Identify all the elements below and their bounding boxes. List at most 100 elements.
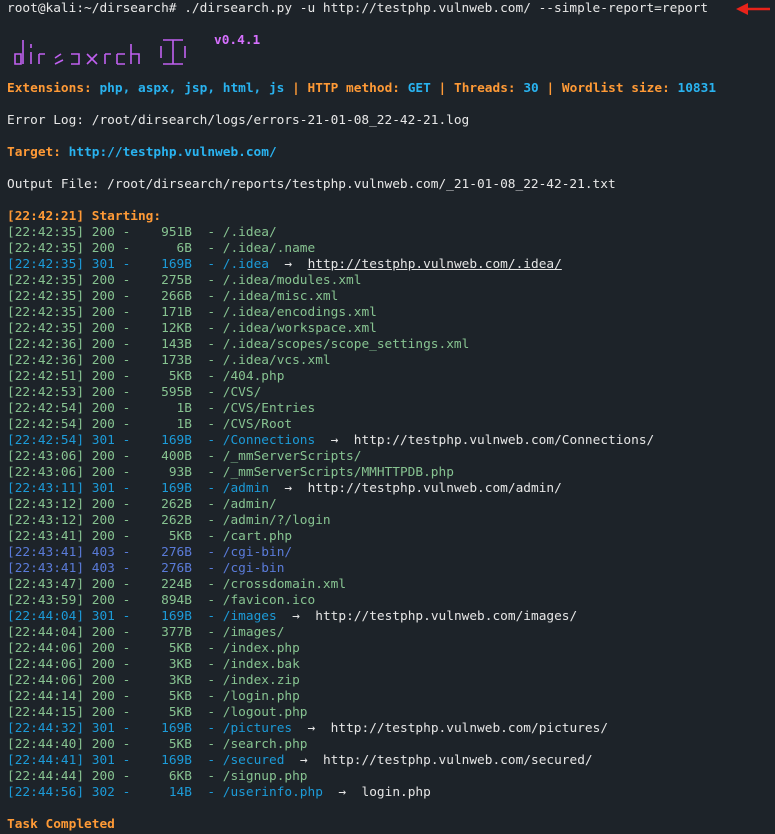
- result-size-cell: 595B: [138, 385, 192, 401]
- result-path: /index.zip: [222, 673, 300, 688]
- result-size-cell: 169B: [138, 609, 192, 625]
- threads-label: Threads:: [453, 81, 516, 96]
- result-time: [22:42:35]: [7, 321, 85, 336]
- result-size: 5KB: [168, 705, 192, 720]
- result-time: [22:44:14]: [7, 689, 85, 704]
- result-time: [22:44:44]: [7, 769, 85, 784]
- result-row: [22:44:44] 200 - 6KB - /signup.php: [7, 769, 308, 785]
- result-time: [22:43:59]: [7, 593, 85, 608]
- result-path: /.idea/.name: [222, 241, 316, 256]
- redirect-url-link[interactable]: http://testphp.vulnweb.com/secured/: [323, 753, 593, 768]
- result-size: 951B: [161, 225, 192, 240]
- result-status-code: 200: [91, 449, 115, 464]
- redirect-url-link[interactable]: http://testphp.vulnweb.com/Connections/: [354, 433, 654, 448]
- result-size: 93B: [168, 465, 192, 480]
- result-row: [22:42:35] 200 - 171B - /.idea/encodings…: [7, 305, 377, 321]
- result-time: [22:43:06]: [7, 465, 85, 480]
- result-size-cell: 169B: [138, 433, 192, 449]
- result-path: /cart.php: [222, 529, 293, 544]
- result-row: [22:42:51] 200 - 5KB - /404.php: [7, 369, 285, 384]
- result-size-cell: 224B: [138, 577, 192, 593]
- result-size-cell: 171B: [138, 305, 192, 321]
- result-path: /_mmServerScripts/: [222, 449, 362, 464]
- result-time: [22:43:06]: [7, 449, 85, 464]
- result-size-cell: 6KB: [138, 769, 192, 785]
- result-path: /CVS/Entries: [222, 401, 316, 416]
- redirect-arrow-icon: →: [284, 257, 293, 272]
- result-status-code: 301: [91, 753, 115, 768]
- result-size: 266B: [161, 289, 192, 304]
- result-time: [22:42:35]: [7, 257, 85, 272]
- result-size: 894B: [161, 593, 192, 608]
- result-path: /images: [222, 609, 277, 624]
- wordlist-label: Wordlist size:: [561, 81, 670, 96]
- result-time: [22:44:56]: [7, 785, 85, 800]
- result-status-code: 200: [91, 673, 115, 688]
- result-size-cell: 1B: [138, 401, 192, 417]
- result-status-code: 200: [91, 593, 115, 608]
- result-time: [22:44:04]: [7, 609, 85, 624]
- result-row: [22:43:59] 200 - 894B - /favicon.ico: [7, 593, 316, 609]
- redirect-url-link[interactable]: http://testphp.vulnweb.com/.idea/: [308, 257, 562, 272]
- result-status-code: 403: [91, 561, 115, 576]
- terminal-window[interactable]: root@kali:~/dirsearch# ./dirsearch.py -u…: [0, 0, 775, 834]
- result-size-cell: 12KB: [138, 321, 192, 337]
- result-path: /404.php: [222, 369, 285, 384]
- result-size-cell: 275B: [138, 273, 192, 289]
- result-row: [22:43:47] 200 - 224B - /crossdomain.xml: [7, 577, 347, 593]
- result-time: [22:43:41]: [7, 529, 85, 544]
- result-size: 400B: [161, 449, 192, 464]
- result-row: [22:42:36] 200 - 173B - /.idea/vcs.xml: [7, 353, 331, 368]
- redirect-arrow-icon: →: [299, 753, 308, 768]
- result-size-cell: 276B: [138, 545, 192, 561]
- target-line: Target: http://testphp.vulnweb.com/: [7, 145, 277, 161]
- result-status-code: 200: [91, 625, 115, 640]
- result-row: [22:42:35] 200 - 6B - /.idea/.name: [7, 241, 316, 256]
- result-status-code: 200: [91, 369, 115, 384]
- result-path: /index.php: [222, 641, 300, 656]
- result-status-code: 200: [91, 337, 115, 352]
- result-size: 3KB: [168, 673, 192, 688]
- result-size: 143B: [161, 337, 192, 352]
- result-row: [22:43:41] 403 - 276B - /cgi-bin/: [7, 545, 293, 561]
- result-path: /_mmServerScripts/MMHTTPDB.php: [222, 465, 454, 480]
- result-status-code: 200: [91, 289, 115, 304]
- result-size-cell: 5KB: [138, 641, 192, 657]
- wordlist-value: 10831: [677, 81, 717, 96]
- result-path: /crossdomain.xml: [222, 577, 347, 592]
- result-row: [22:44:41] 301 - 169B - /secured → http:…: [7, 753, 593, 768]
- redirect-url-link[interactable]: login.php: [362, 785, 431, 800]
- result-size: 5KB: [168, 737, 192, 752]
- result-path: /.idea/: [222, 225, 277, 240]
- result-time: [22:43:12]: [7, 497, 85, 512]
- result-time: [22:44:04]: [7, 625, 85, 640]
- result-row: [22:42:54] 200 - 1B - /CVS/Entries: [7, 401, 316, 417]
- result-path: /cgi-bin: [222, 561, 285, 576]
- extensions-label: Extensions:: [7, 81, 92, 96]
- result-status-code: 200: [91, 689, 115, 704]
- result-row: [22:44:04] 301 - 169B - /images → http:/…: [7, 609, 578, 625]
- result-row: [22:44:06] 200 - 5KB - /index.php: [7, 641, 300, 657]
- result-size: 169B: [161, 721, 192, 736]
- result-path: /images/: [222, 625, 285, 640]
- starting-line: [22:42:21] Starting:: [7, 209, 162, 224]
- result-size-cell: 894B: [138, 593, 192, 609]
- result-status-code: 200: [91, 225, 115, 240]
- result-path: /pictures: [222, 721, 293, 736]
- task-completed-line: Task Completed: [7, 817, 115, 832]
- result-status-code: 200: [91, 641, 115, 656]
- result-path: /CVS/: [222, 385, 262, 400]
- result-path: /login.php: [222, 689, 300, 704]
- threads-value: 30: [523, 81, 539, 96]
- redirect-url-link[interactable]: http://testphp.vulnweb.com/images/: [315, 609, 577, 624]
- result-size-cell: 262B: [138, 513, 192, 529]
- result-time: [22:43:47]: [7, 577, 85, 592]
- redirect-arrow-icon: →: [330, 433, 339, 448]
- redirect-url-link[interactable]: http://testphp.vulnweb.com/admin/: [308, 481, 562, 496]
- result-status-code: 200: [91, 657, 115, 672]
- result-status-code: 302: [91, 785, 115, 800]
- result-path: /.idea/misc.xml: [222, 289, 339, 304]
- method-value: GET: [407, 81, 431, 96]
- redirect-url-link[interactable]: http://testphp.vulnweb.com/pictures/: [331, 721, 608, 736]
- redirect-arrow-icon: →: [292, 609, 300, 624]
